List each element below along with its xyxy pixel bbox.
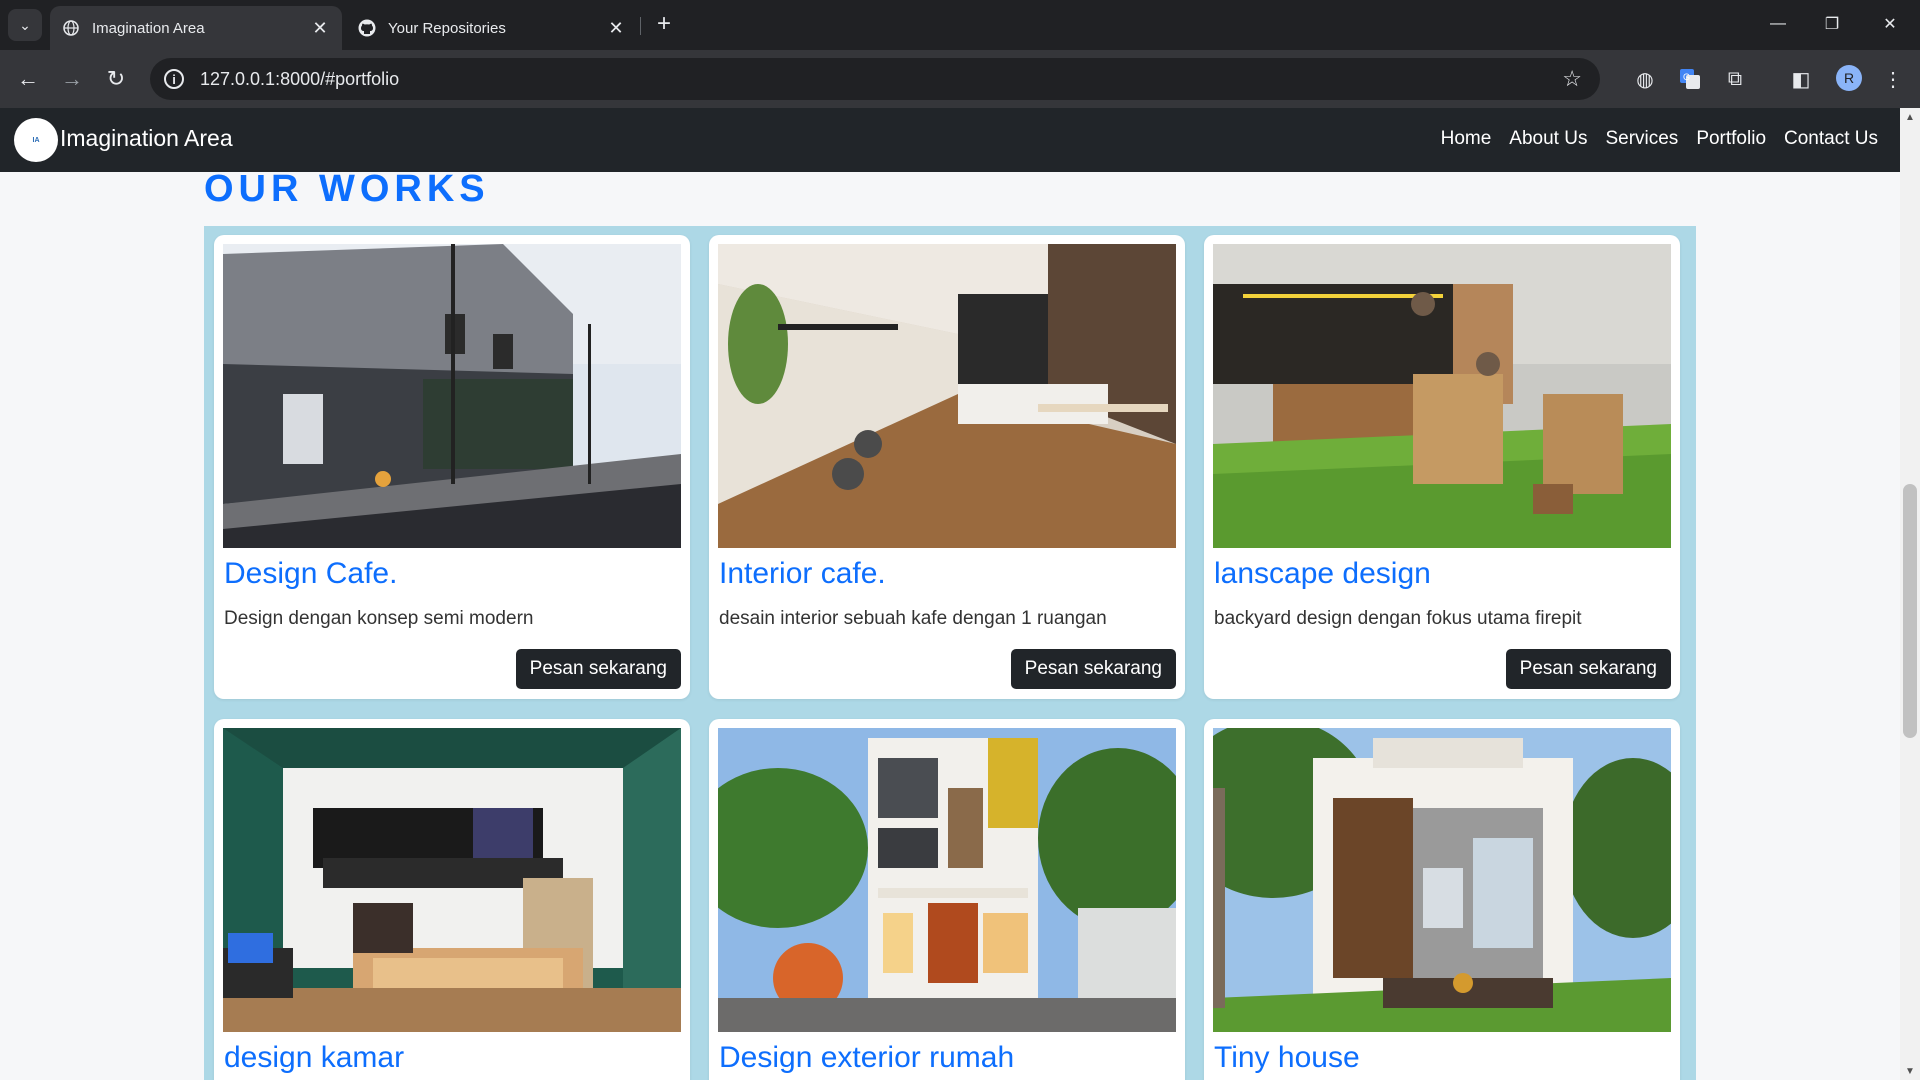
new-tab-plus-icon[interactable]: +: [650, 10, 678, 38]
card-title: Design Cafe.: [224, 557, 398, 590]
card-image-cafe-interior: [718, 244, 1176, 548]
portfolio-card: Tiny house: [1204, 719, 1680, 1080]
tab-separator: [640, 17, 641, 35]
scroll-down-arrow-icon[interactable]: ▼: [1904, 1066, 1916, 1077]
browser-tabstrip: ⌄ Imagination Area ✕ Your Repositories ✕…: [0, 0, 1920, 50]
card-image-house-exterior: [718, 728, 1176, 1032]
card-title: design kamar: [224, 1041, 405, 1074]
close-window-icon[interactable]: ✕: [1868, 8, 1912, 40]
address-bar[interactable]: i 127.0.0.1:8000/#portfolio ☆: [150, 58, 1600, 100]
card-title: Interior cafe.: [719, 557, 886, 590]
minimize-icon[interactable]: —: [1756, 8, 1800, 40]
card-title: Tiny house: [1214, 1041, 1360, 1074]
portfolio-card: Design Cafe. Design dengan konsep semi m…: [214, 235, 690, 699]
tab-imagination-area[interactable]: Imagination Area ✕: [50, 6, 342, 50]
globe-icon: [62, 19, 80, 37]
card-image-cafe-exterior: [223, 244, 681, 548]
nav-home[interactable]: Home: [1441, 128, 1492, 150]
svg-text:G: G: [1683, 72, 1690, 82]
site-navbar: IA Imagination Area Home About Us Servic…: [0, 108, 1900, 172]
section-title: OUR WORKS: [204, 168, 490, 210]
github-icon: [358, 19, 376, 37]
restore-icon[interactable]: ❐: [1810, 8, 1854, 40]
site-info-icon[interactable]: i: [164, 69, 184, 89]
order-now-button[interactable]: Pesan sekarang: [1505, 649, 1671, 689]
page-viewport: IA Imagination Area Home About Us Servic…: [0, 108, 1920, 1080]
page-scrollbar[interactable]: ▲ ▼: [1900, 108, 1920, 1080]
google-translate-icon[interactable]: G: [1677, 66, 1703, 92]
card-description: backyard design dengan fokus utama firep…: [1214, 608, 1582, 629]
card-title: Design exterior rumah: [719, 1041, 1015, 1074]
tab-close-icon[interactable]: ✕: [604, 18, 628, 39]
reload-icon[interactable]: ↻: [100, 63, 132, 95]
nav-portfolio[interactable]: Portfolio: [1696, 128, 1766, 150]
portfolio-grid: Design Cafe. Design dengan konsep semi m…: [204, 226, 1696, 1080]
order-now-button[interactable]: Pesan sekarang: [1010, 649, 1176, 689]
card-image-landscape: [1213, 244, 1671, 548]
tab-search-button[interactable]: ⌄: [8, 9, 42, 41]
card-image-tiny-house: [1213, 728, 1671, 1032]
card-description: desain interior sebuah kafe dengan 1 rua…: [719, 608, 1107, 629]
portfolio-card: design kamar: [214, 719, 690, 1080]
nav-services[interactable]: Services: [1605, 128, 1678, 150]
nav-links: Home About Us Services Portfolio Contact…: [1441, 128, 1878, 150]
tab-title: Your Repositories: [388, 19, 506, 37]
nav-about-us[interactable]: About Us: [1509, 128, 1587, 150]
translate-globe-icon[interactable]: ◍: [1632, 66, 1658, 92]
back-arrow-icon[interactable]: ←: [12, 63, 44, 95]
extensions-puzzle-icon[interactable]: ⧉: [1722, 66, 1748, 92]
scrollbar-thumb[interactable]: [1903, 484, 1917, 738]
tab-your-repositories[interactable]: Your Repositories ✕: [346, 6, 638, 50]
site-logo[interactable]: IA: [14, 118, 58, 162]
tab-title: Imagination Area: [92, 19, 205, 37]
portfolio-card: Design exterior rumah: [709, 719, 1185, 1080]
browser-toolbar: ← → ↻ i 127.0.0.1:8000/#portfolio ☆ ◍ G …: [0, 50, 1920, 108]
order-now-button[interactable]: Pesan sekarang: [515, 649, 681, 689]
card-image-bedroom: [223, 728, 681, 1032]
nav-contact-us[interactable]: Contact Us: [1784, 128, 1878, 150]
site-brand[interactable]: Imagination Area: [60, 125, 233, 152]
scroll-up-arrow-icon[interactable]: ▲: [1904, 112, 1916, 123]
portfolio-card: lanscape design backyard design dengan f…: [1204, 235, 1680, 699]
card-description: Design dengan konsep semi modern: [224, 608, 534, 629]
bookmark-star-icon[interactable]: ☆: [1562, 66, 1582, 92]
portfolio-card: Interior cafe. desain interior sebuah ka…: [709, 235, 1185, 699]
url-text[interactable]: 127.0.0.1:8000/#portfolio: [200, 69, 1562, 90]
profile-avatar[interactable]: R: [1836, 65, 1862, 91]
tab-close-icon[interactable]: ✕: [308, 18, 332, 39]
forward-arrow-icon[interactable]: →: [56, 63, 88, 95]
browser-menu-icon[interactable]: ⋮: [1880, 66, 1906, 92]
card-title: lanscape design: [1214, 557, 1431, 590]
side-panel-icon[interactable]: ◧: [1788, 66, 1814, 92]
